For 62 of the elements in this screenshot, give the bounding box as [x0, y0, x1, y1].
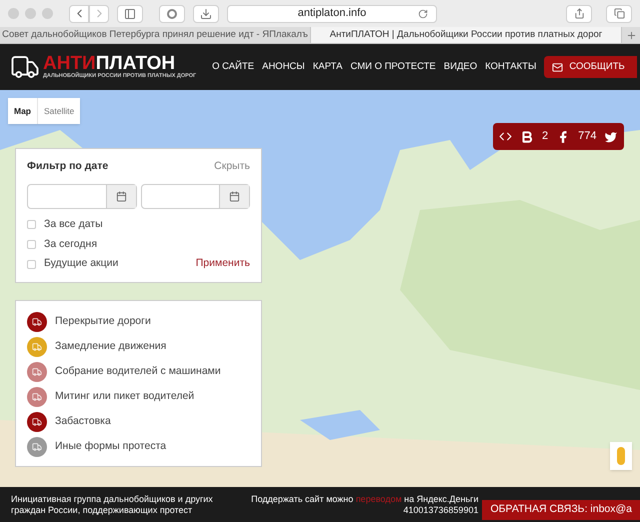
calendar-icon[interactable] — [229, 190, 240, 202]
report-button[interactable]: СООБЩИТЬ — [544, 56, 637, 78]
legend-label: Забастовка — [55, 414, 111, 430]
truck-icon — [32, 392, 42, 402]
nav-link[interactable]: СМИ О ПРОТЕСТЕ — [350, 60, 436, 74]
nav-link[interactable]: О САЙТЕ — [212, 60, 254, 74]
legend-label: Собрание водителей с машинами — [55, 364, 221, 380]
extension-button[interactable] — [159, 4, 185, 22]
browser-tab[interactable]: Совет дальнобойщиков Петербурга принял решение идт - ЯПлакалъ — [0, 27, 311, 43]
checkbox-label: Будущие акции — [44, 256, 118, 272]
address-bar[interactable]: antiplaton.info — [227, 4, 437, 22]
nav-link[interactable]: КОНТАКТЫ — [485, 60, 536, 74]
calendar-icon[interactable] — [116, 190, 126, 202]
hide-link[interactable]: Скрыть — [214, 159, 250, 175]
browser-tab[interactable]: АнтиПЛАТОН | Дальнобойщики России против платных дорог — [311, 27, 622, 43]
nav-link[interactable]: ВИДЕО — [444, 60, 478, 74]
legend-label: Замедление движения — [55, 339, 166, 354]
date-field[interactable] — [27, 184, 136, 209]
truck-icon — [32, 442, 42, 452]
tabs-icon — [614, 8, 624, 19]
download-icon — [200, 8, 212, 20]
checkbox[interactable] — [27, 240, 36, 249]
truck-icon — [32, 342, 42, 352]
support-text: Поддержать сайт можно переводом на Яндекс.Деньги — [251, 494, 478, 504]
code-icon[interactable] — [499, 130, 512, 143]
truck-icon — [32, 367, 42, 377]
feedback-button[interactable]: ОБРАТНАЯ СВЯЗЬ: inbox@a — [482, 500, 640, 520]
truck-icon — [32, 317, 42, 327]
share-count: 774 — [578, 129, 596, 144]
filter-title: Фильтр по дате — [27, 159, 108, 174]
checkbox[interactable] — [27, 260, 36, 269]
nav-link[interactable]: КАРТА — [312, 60, 342, 74]
new-tab-button[interactable] — [622, 27, 640, 43]
map-type-tab[interactable]: Map — [8, 98, 37, 124]
nav-link[interactable]: АНОНСЫ — [262, 60, 305, 74]
share-icon — [574, 8, 584, 19]
map-type-tab[interactable]: Satellite — [37, 98, 80, 124]
truck-icon — [32, 417, 42, 427]
sidebar-button[interactable] — [117, 4, 143, 22]
back-button[interactable] — [69, 4, 89, 22]
reload-icon[interactable] — [418, 8, 428, 18]
twitter-icon[interactable] — [604, 130, 618, 144]
download-button[interactable] — [193, 4, 219, 22]
checkbox[interactable] — [27, 220, 36, 230]
apply-link[interactable]: Применить — [196, 256, 250, 272]
checkbox-label: За сегодня — [44, 236, 98, 252]
bold-b-icon[interactable] — [520, 130, 534, 144]
footer-about: Инициативная группа дальнобойщиков и других граждан России, поддерживающих протест — [11, 494, 214, 516]
legend-label: Перекрытие дороги — [55, 314, 151, 330]
wallet-number: 410013736859901 — [403, 504, 478, 516]
sidebar-icon — [124, 8, 136, 20]
mail-icon — [552, 62, 564, 72]
checkbox-label: За все даты — [44, 216, 103, 232]
plus-icon — [626, 30, 636, 40]
site-logo[interactable]: АНТИПЛАТОН — [43, 54, 196, 74]
legend-label: Иные формы протеста — [55, 439, 166, 454]
tabs-button[interactable] — [606, 4, 632, 22]
share-count: 2 — [542, 129, 548, 144]
date-field[interactable] — [140, 184, 250, 209]
legend-label: Митинг или пикет водителей — [55, 389, 194, 404]
share-button[interactable] — [566, 4, 592, 22]
pegman-button[interactable] — [610, 442, 632, 470]
